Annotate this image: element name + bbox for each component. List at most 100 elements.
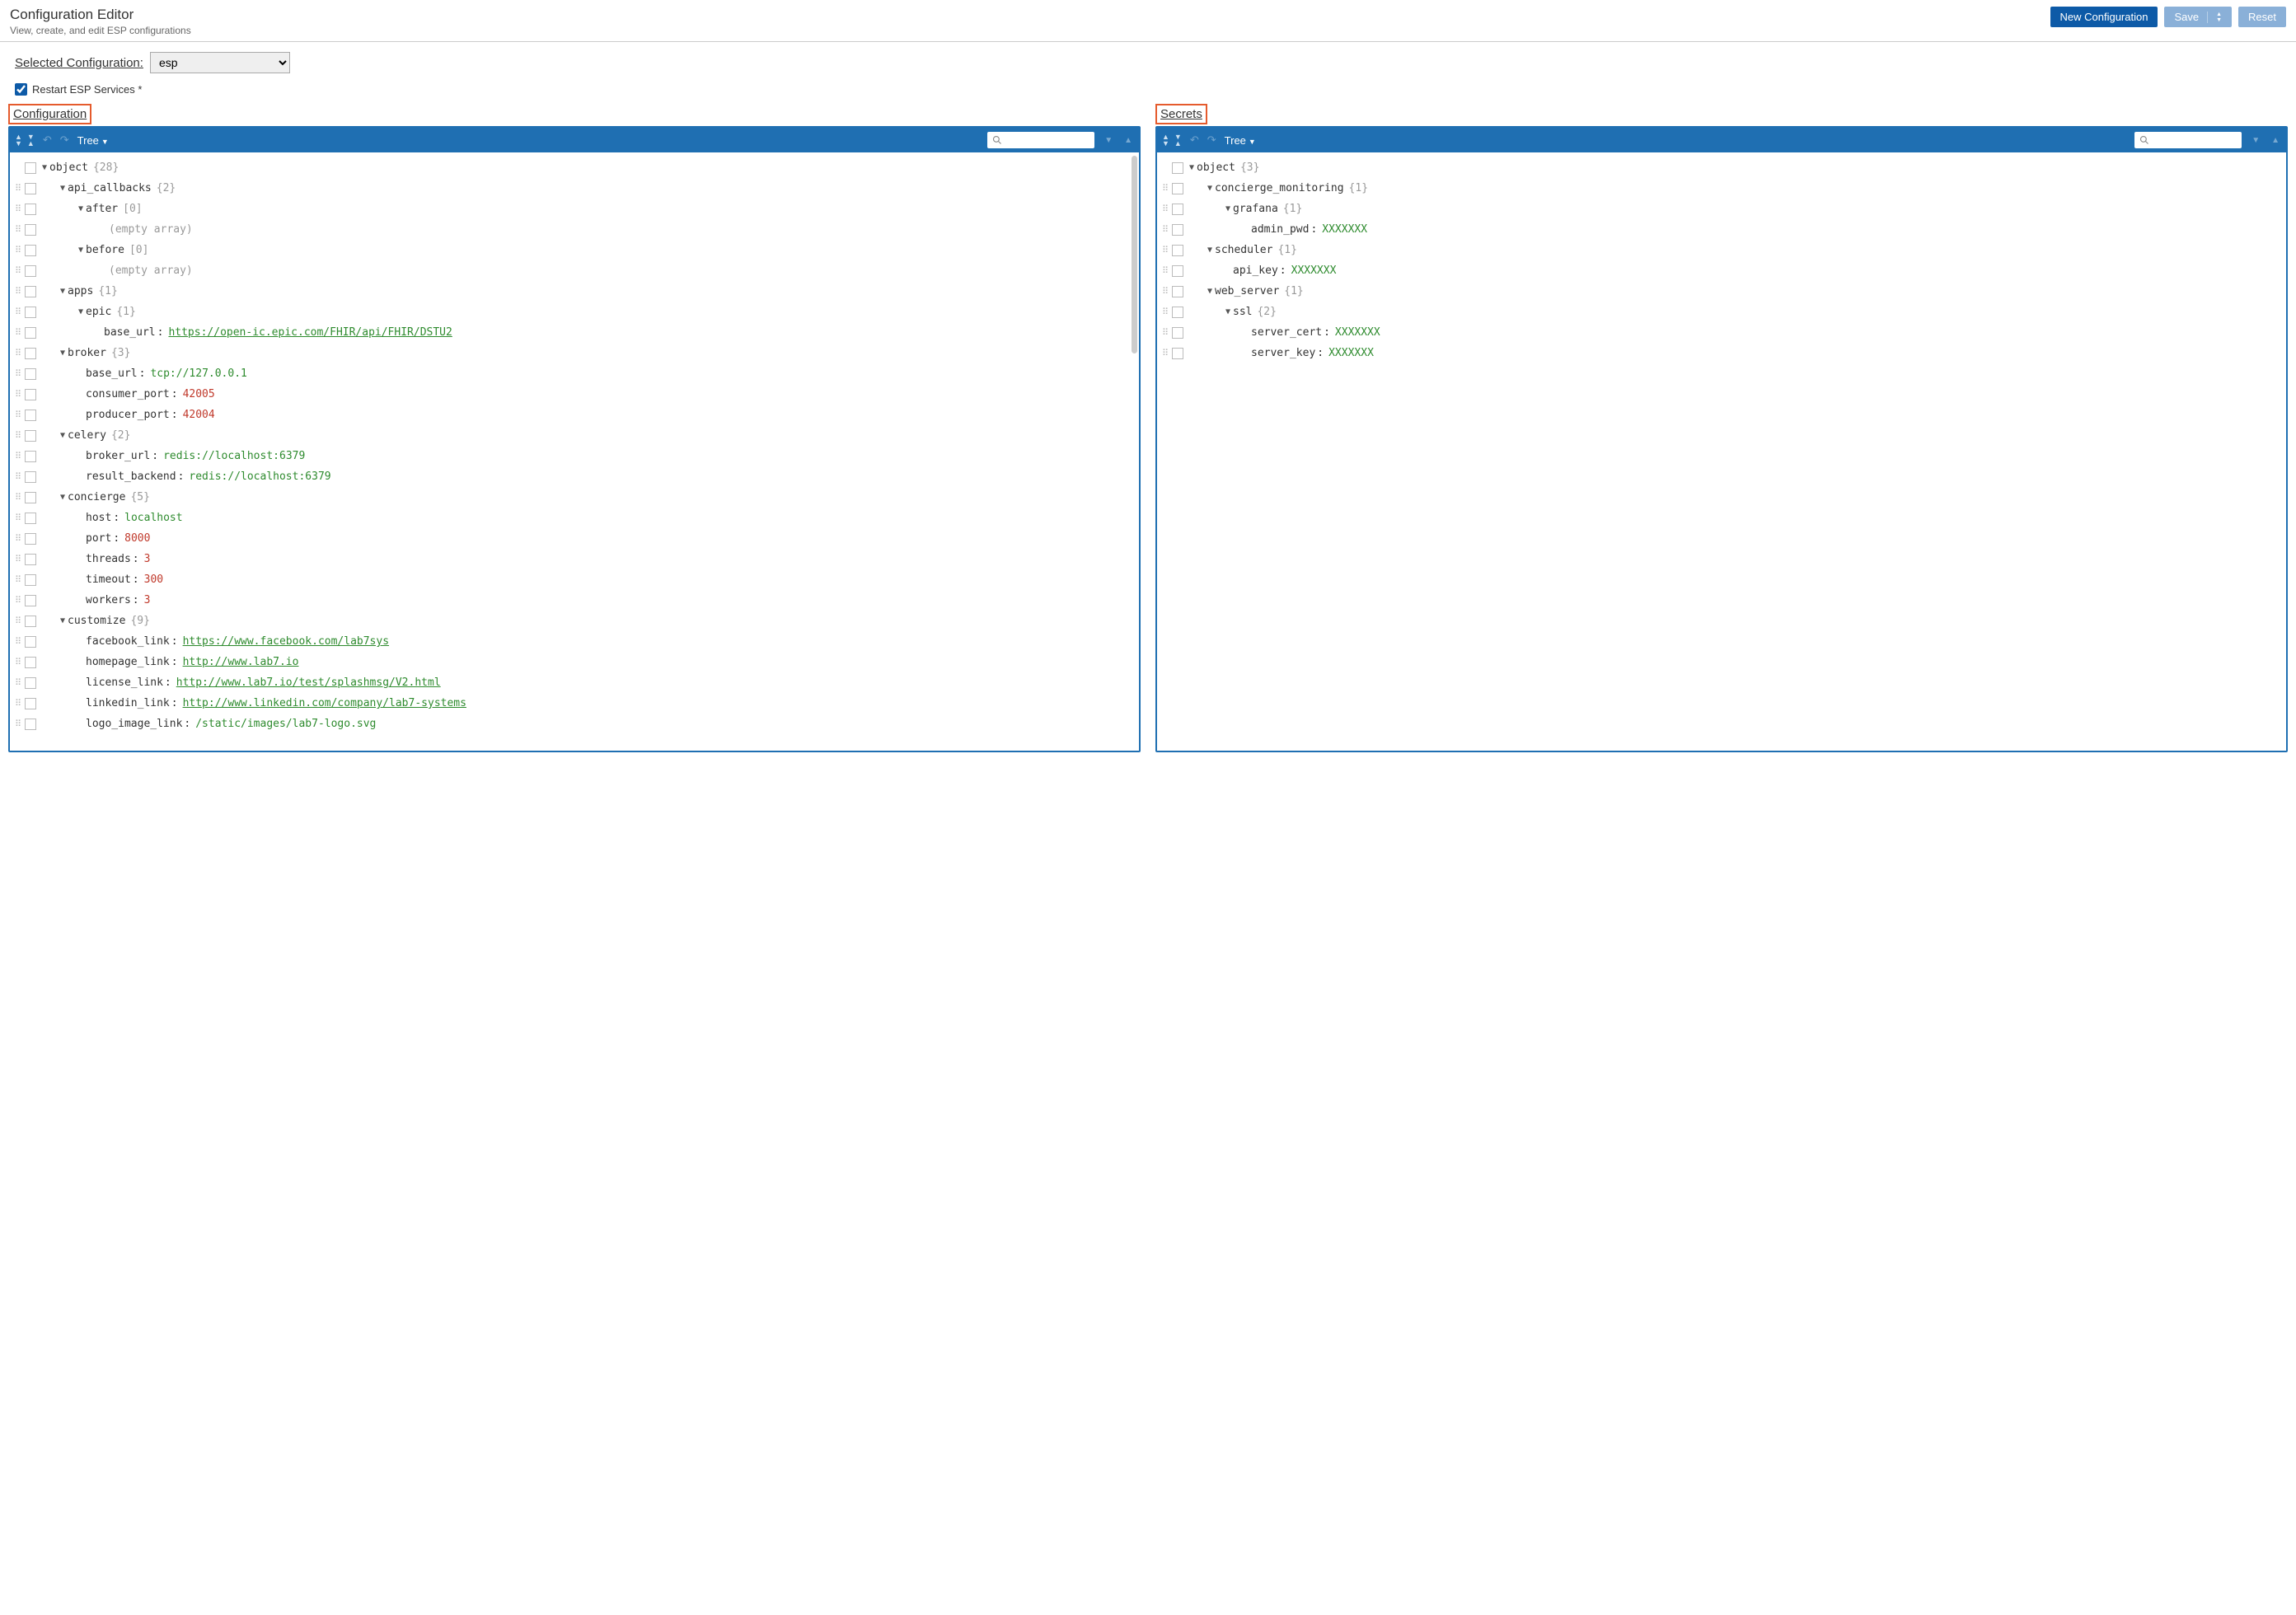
drag-handle-icon[interactable]: ⠿	[15, 536, 23, 541]
tree-row[interactable]: ⠿▼base_url:https://open-ic.epic.com/FHIR…	[10, 322, 1139, 343]
config-search-input[interactable]	[987, 132, 1094, 148]
drag-handle-icon[interactable]: ⠿	[1162, 351, 1170, 356]
tree-key[interactable]: logo_image_link	[86, 718, 182, 730]
tree-row[interactable]: ⠿▼logo_image_link:/static/images/lab7-lo…	[10, 714, 1139, 734]
row-menu-button[interactable]	[25, 616, 36, 627]
drag-handle-icon[interactable]: ⠿	[15, 475, 23, 480]
row-menu-button[interactable]	[1172, 224, 1183, 236]
view-mode-dropdown[interactable]: Tree▼	[1225, 134, 1256, 147]
tree-key[interactable]: web_server	[1215, 285, 1279, 297]
twisty-icon[interactable]: ▼	[1205, 184, 1215, 193]
drag-handle-icon[interactable]: ⠿	[15, 330, 23, 335]
drag-handle-icon[interactable]: ⠿	[15, 433, 23, 438]
drag-handle-icon[interactable]: ⠿	[1162, 289, 1170, 294]
drag-handle-icon[interactable]: ⠿	[1162, 227, 1170, 232]
drag-handle-icon[interactable]: ⠿	[1162, 248, 1170, 253]
tree-row[interactable]: ⠿▼facebook_link:https://www.facebook.com…	[10, 631, 1139, 652]
selected-config-dropdown[interactable]: esp	[150, 52, 290, 73]
row-menu-button[interactable]	[1172, 327, 1183, 339]
twisty-icon[interactable]: ▼	[40, 163, 49, 172]
tree-key[interactable]: base_url	[86, 367, 138, 380]
drag-handle-icon[interactable]: ⠿	[15, 681, 23, 686]
tree-key[interactable]: facebook_link	[86, 635, 170, 648]
tree-value[interactable]: 3	[144, 594, 151, 606]
tree-value[interactable]: 300	[144, 573, 163, 586]
secrets-search-input[interactable]	[2134, 132, 2242, 148]
tree-key[interactable]: customize	[68, 615, 125, 627]
row-menu-button[interactable]	[25, 698, 36, 709]
twisty-icon[interactable]: ▼	[58, 349, 68, 358]
tree-key[interactable]: grafana	[1233, 203, 1278, 215]
tree-row[interactable]: ⠿▼(empty array)	[10, 219, 1139, 240]
tree-key[interactable]: before	[86, 244, 124, 256]
tree-row[interactable]: ⠿▼scheduler{1}	[1157, 240, 2286, 260]
tree-value[interactable]: XXXXXXX	[1335, 326, 1380, 339]
drag-handle-icon[interactable]: ⠿	[15, 227, 23, 232]
row-menu-button[interactable]	[25, 574, 36, 586]
row-menu-button[interactable]	[25, 430, 36, 442]
tree-key[interactable]: linkedin_link	[86, 697, 170, 709]
tree-row[interactable]: ⠿▼web_server{1}	[1157, 281, 2286, 302]
tree-key[interactable]: after	[86, 203, 118, 215]
row-menu-button[interactable]	[25, 265, 36, 277]
tree-value[interactable]: https://open-ic.epic.com/FHIR/api/FHIR/D…	[168, 326, 452, 339]
twisty-icon[interactable]: ▼	[1205, 246, 1215, 255]
tree-row[interactable]: ▼object{28}	[10, 157, 1139, 178]
tree-key[interactable]: host	[86, 512, 111, 524]
twisty-icon[interactable]: ▼	[1187, 163, 1197, 172]
drag-handle-icon[interactable]: ⠿	[1162, 310, 1170, 315]
tree-row[interactable]: ⠿▼result_backend:redis://localhost:6379	[10, 466, 1139, 487]
row-menu-button[interactable]	[25, 657, 36, 668]
secrets-tree-body[interactable]: ▼object{3}⠿▼concierge_monitoring{1}⠿▼gra…	[1157, 152, 2286, 751]
row-menu-button[interactable]	[25, 677, 36, 689]
tree-value[interactable]: redis://localhost:6379	[163, 450, 305, 462]
tree-key[interactable]: broker	[68, 347, 106, 359]
drag-handle-icon[interactable]: ⠿	[1162, 207, 1170, 212]
tree-value[interactable]: http://www.lab7.io/test/splashmsg/V2.htm…	[176, 676, 441, 689]
drag-handle-icon[interactable]: ⠿	[15, 660, 23, 665]
drag-handle-icon[interactable]: ⠿	[15, 454, 23, 459]
restart-services-checkbox[interactable]	[15, 83, 27, 96]
row-menu-button[interactable]	[25, 162, 36, 174]
tree-row[interactable]: ⠿▼workers:3	[10, 590, 1139, 611]
tree-row[interactable]: ⠿▼host:localhost	[10, 508, 1139, 528]
tree-key[interactable]: server_key	[1251, 347, 1315, 359]
tree-value[interactable]: http://www.linkedin.com/company/lab7-sys…	[183, 697, 466, 709]
drag-handle-icon[interactable]: ⠿	[15, 289, 23, 294]
tree-row[interactable]: ⠿▼producer_port:42004	[10, 405, 1139, 425]
tree-row[interactable]: ⠿▼broker_url:redis://localhost:6379	[10, 446, 1139, 466]
tree-key[interactable]: api_callbacks	[68, 182, 152, 194]
tree-row[interactable]: ⠿▼after[0]	[10, 199, 1139, 219]
tree-value[interactable]: /static/images/lab7-logo.svg	[195, 718, 376, 730]
row-menu-button[interactable]	[1172, 307, 1183, 318]
row-menu-button[interactable]	[1172, 265, 1183, 277]
tree-key[interactable]: base_url	[104, 326, 156, 339]
tree-key[interactable]: threads	[86, 553, 131, 565]
tree-value[interactable]: localhost	[124, 512, 182, 524]
row-menu-button[interactable]	[25, 224, 36, 236]
drag-handle-icon[interactable]: ⠿	[15, 392, 23, 397]
tree-key[interactable]: ssl	[1233, 306, 1252, 318]
tree-row[interactable]: ⠿▼admin_pwd:XXXXXXX	[1157, 219, 2286, 240]
tree-value[interactable]: tcp://127.0.0.1	[150, 367, 246, 380]
tree-row[interactable]: ⠿▼(empty array)	[10, 260, 1139, 281]
drag-handle-icon[interactable]: ⠿	[1162, 269, 1170, 274]
row-menu-button[interactable]	[25, 554, 36, 565]
tree-row[interactable]: ⠿▼consumer_port:42005	[10, 384, 1139, 405]
tree-key[interactable]: workers	[86, 594, 131, 606]
drag-handle-icon[interactable]: ⠿	[15, 578, 23, 583]
row-menu-button[interactable]	[1172, 162, 1183, 174]
drag-handle-icon[interactable]: ⠿	[15, 722, 23, 727]
tree-row[interactable]: ⠿▼server_key:XXXXXXX	[1157, 343, 2286, 363]
row-menu-button[interactable]	[25, 513, 36, 524]
drag-handle-icon[interactable]: ⠿	[15, 207, 23, 212]
tree-key[interactable]: result_backend	[86, 470, 176, 483]
tree-row[interactable]: ⠿▼timeout:300	[10, 569, 1139, 590]
drag-handle-icon[interactable]: ⠿	[15, 310, 23, 315]
row-menu-button[interactable]	[1172, 204, 1183, 215]
drag-handle-icon[interactable]: ⠿	[15, 413, 23, 418]
tree-key[interactable]: producer_port	[86, 409, 170, 421]
twisty-icon[interactable]: ▼	[76, 246, 86, 255]
tree-row[interactable]: ⠿▼grafana{1}	[1157, 199, 2286, 219]
tree-row[interactable]: ⠿▼server_cert:XXXXXXX	[1157, 322, 2286, 343]
